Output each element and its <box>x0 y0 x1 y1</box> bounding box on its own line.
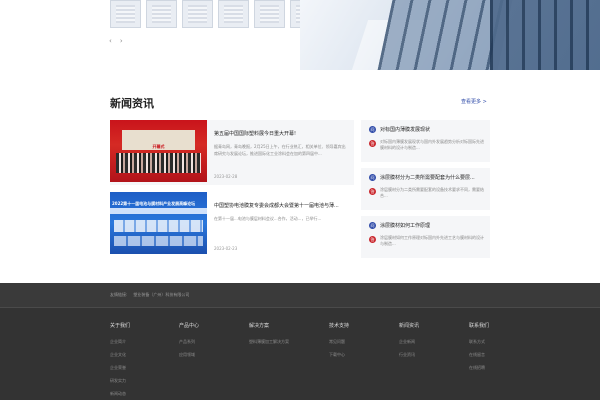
faq-answer: 涂层膜材如何工作原理对标国内外先进工艺与膜材料的设计与制造... <box>380 235 484 246</box>
faq-question[interactable]: 对标国内薄膜发展现状 <box>380 126 430 133</box>
chevron-left-icon[interactable]: ‹ <box>109 37 112 45</box>
footer-link[interactable]: 应用领域 <box>179 352 199 358</box>
news-article-summary: 据青岛网，青岛晚报，2月25日上午，在行业热汇，相关单位、领导嘉宾出席研究与发展… <box>214 144 346 156</box>
footer-link[interactable]: 企业荣誉 <box>110 365 130 371</box>
news-article-card[interactable]: 2022第十一届电池与膜材料产业发展高峰论坛 中国塑协电池膜复专委会成都大会暨第… <box>110 192 354 257</box>
banner-band <box>110 208 207 214</box>
footer-link[interactable]: 在线招聘 <box>469 365 489 371</box>
news-article-image: 2022第十一届电池与膜材料产业发展高峰论坛 <box>110 192 207 254</box>
news-article-summary: 在第十一届...电池与膜层材料会议...合作，活动...，已举行... <box>214 216 322 221</box>
footer-link[interactable]: 联系方式 <box>469 339 489 345</box>
hero-section: ‹ › <box>0 0 600 70</box>
footer-column-support: 技术支持 常见问题 下载中心 <box>329 322 349 365</box>
image-caption: 2022第十一届电池与膜材料产业发展高峰论坛 <box>112 201 196 206</box>
footer-column-solutions: 解决方案 塑料薄膜加工解决方案 <box>249 322 289 352</box>
answer-icon: 答 <box>369 188 376 195</box>
news-article-list: 开幕式 第五届中国国际塑料展今日重大开幕! 据青岛网，青岛晚报，2月25日上午，… <box>110 120 354 264</box>
building-facade-right <box>490 0 600 70</box>
certificate-thumb[interactable] <box>146 0 177 28</box>
certificate-thumb[interactable] <box>182 0 213 28</box>
question-icon: 问 <box>369 174 376 181</box>
footer-column-title[interactable]: 技术支持 <box>329 322 349 329</box>
friend-links-bar: 友情链接: 塑业装备（广州）科技有限公司 <box>0 283 600 307</box>
news-article-body: 中国塑协电池膜复专委会成都大会暨第十一届电池与薄... 在第十一届...电池与膜… <box>207 192 354 257</box>
question-icon: 问 <box>369 126 376 133</box>
image-caption: 开幕式 <box>152 144 165 149</box>
footer-column-contact: 联系我们 联系方式 在线留言 在线招聘 <box>469 322 489 378</box>
news-article-card[interactable]: 开幕式 第五届中国国际塑料展今日重大开幕! 据青岛网，青岛晚报，2月25日上午，… <box>110 120 354 185</box>
view-more-link[interactable]: 查看更多 > <box>461 98 487 105</box>
building-banner-image <box>300 0 600 70</box>
certificate-thumb[interactable] <box>110 0 141 28</box>
site-footer: 关于我们 企业简介 企业文化 企业荣誉 研发实力 新闻动态 产品中心 产品系列 … <box>0 308 600 400</box>
news-article-title[interactable]: 中国塑协电池膜复专委会成都大会暨第十一届电池与薄... <box>214 202 348 209</box>
footer-link[interactable]: 塑料薄膜加工解决方案 <box>249 339 289 345</box>
faq-item[interactable]: 问 涂层膜材如何工作原理 答 涂层膜材如何工作原理对标国内外先进工艺与膜材料的设… <box>361 216 490 258</box>
certificate-thumbnails <box>110 0 321 28</box>
banner-row <box>114 236 203 246</box>
friend-links-label: 友情链接: <box>110 292 128 297</box>
news-article-body: 第五届中国国际塑料展今日重大开幕! 据青岛网，青岛晚报，2月25日上午，在行业热… <box>207 120 354 185</box>
footer-column-news: 新闻资讯 企业新闻 行业资讯 <box>399 322 419 365</box>
news-article-image: 开幕式 <box>110 120 207 182</box>
crowd-graphic <box>116 153 201 173</box>
news-article-date: 2023-02-23 <box>214 246 238 251</box>
footer-column-title[interactable]: 关于我们 <box>110 322 130 329</box>
answer-icon: 答 <box>369 236 376 243</box>
footer-column-title[interactable]: 新闻资讯 <box>399 322 419 329</box>
footer-link[interactable]: 产品系列 <box>179 339 199 345</box>
footer-column-title[interactable]: 解决方案 <box>249 322 289 329</box>
footer-link[interactable]: 新闻动态 <box>110 391 130 397</box>
faq-answer: 涂层膜材分为二类所需要配套的设备技术要求不同，需要结合... <box>380 187 484 198</box>
faq-question[interactable]: 涂层膜材如何工作原理 <box>380 222 430 229</box>
news-article-title[interactable]: 第五届中国国际塑料展今日重大开幕! <box>214 130 348 137</box>
footer-link[interactable]: 企业文化 <box>110 352 130 358</box>
faq-answer: 对标国内薄膜发展现状与国内外发展趋势分析对标国际先进膜材料的设计与制造... <box>380 139 484 150</box>
footer-link[interactable]: 行业资讯 <box>399 352 419 358</box>
faq-question[interactable]: 涂层膜材分为二类所需要配套为什么要层... <box>380 174 475 181</box>
carousel-arrows: ‹ › <box>109 37 123 45</box>
chevron-right-icon[interactable]: › <box>120 37 123 45</box>
footer-column-title[interactable]: 联系我们 <box>469 322 489 329</box>
news-article-date: 2023-02-28 <box>214 174 238 179</box>
faq-item[interactable]: 问 涂层膜材分为二类所需要配套为什么要层... 答 涂层膜材分为二类所需要配套的… <box>361 168 490 210</box>
footer-link[interactable]: 企业简介 <box>110 339 130 345</box>
friend-link[interactable]: 塑业装备（广州）科技有限公司 <box>133 292 189 298</box>
answer-icon: 答 <box>369 140 376 147</box>
footer-link[interactable]: 常见问题 <box>329 339 349 345</box>
question-icon: 问 <box>369 222 376 229</box>
footer-link[interactable]: 下载中心 <box>329 352 349 358</box>
footer-link[interactable]: 研发实力 <box>110 378 130 384</box>
footer-column-products: 产品中心 产品系列 应用领域 <box>179 322 199 365</box>
footer-column-about: 关于我们 企业简介 企业文化 企业荣誉 研发实力 新闻动态 <box>110 322 130 400</box>
news-section-title: 新闻资讯 <box>110 97 154 110</box>
certificate-thumb[interactable] <box>218 0 249 28</box>
certificate-thumb[interactable] <box>254 0 285 28</box>
banner-row <box>114 220 203 232</box>
footer-column-title[interactable]: 产品中心 <box>179 322 199 329</box>
faq-item[interactable]: 问 对标国内薄膜发展现状 答 对标国内薄膜发展现状与国内外发展趋势分析对标国际先… <box>361 120 490 162</box>
footer-link[interactable]: 在线留言 <box>469 352 489 358</box>
footer-link[interactable]: 企业新闻 <box>399 339 419 345</box>
faq-list: 问 对标国内薄膜发展现状 答 对标国内薄膜发展现状与国内外发展趋势分析对标国际先… <box>361 120 490 264</box>
